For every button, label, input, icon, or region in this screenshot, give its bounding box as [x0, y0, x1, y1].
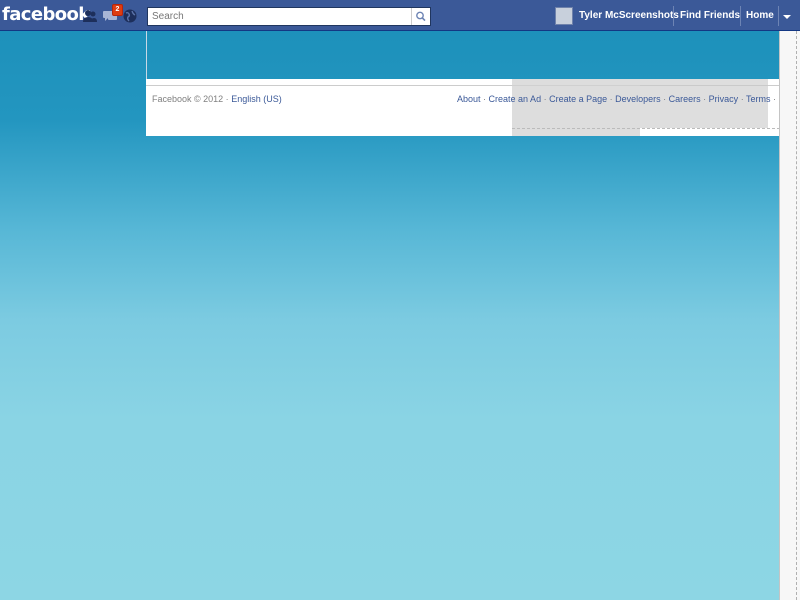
facebook-logo[interactable]: facebook — [2, 4, 90, 25]
find-friends-link[interactable]: Find Friends — [680, 10, 740, 21]
profile-link[interactable]: Tyler McScreenshots — [579, 10, 679, 21]
edge-dashed-line — [796, 31, 798, 600]
search-box — [147, 7, 431, 26]
footer-link-privacy[interactable]: Privacy — [709, 94, 739, 104]
top-bar: facebook 2 Search Tyler McScreenshots Fi… — [0, 0, 800, 31]
nav-divider — [778, 6, 779, 26]
footer-link-create-page[interactable]: Create a Page — [549, 94, 607, 104]
notifications-globe-icon[interactable] — [122, 8, 138, 24]
nav-divider — [673, 6, 674, 26]
footer-link-developers[interactable]: Developers — [615, 94, 661, 104]
nav-divider — [740, 6, 741, 26]
footer-link-about[interactable]: About — [457, 94, 481, 104]
overlay-dashed-line — [512, 128, 780, 129]
copyright-text: Facebook © 2012 · — [152, 94, 229, 104]
language-link[interactable]: English (US) — [231, 94, 282, 104]
footer-link-terms[interactable]: Terms — [746, 94, 771, 104]
home-link[interactable]: Home — [746, 10, 774, 21]
footer-link-create-ad[interactable]: Create an Ad — [489, 94, 542, 104]
footer-links: About · Create an Ad · Create a Page · D… — [457, 94, 785, 104]
search-button[interactable] — [411, 8, 430, 25]
footer-copyright: Facebook © 2012 · English (US) — [152, 94, 282, 104]
avatar[interactable] — [555, 7, 573, 25]
search-input[interactable] — [148, 8, 410, 25]
search-icon — [416, 11, 426, 22]
friend-requests-icon[interactable] — [82, 8, 98, 24]
content-left-border — [146, 31, 147, 79]
chevron-down-icon[interactable] — [783, 15, 791, 19]
footer-link-careers[interactable]: Careers — [669, 94, 701, 104]
page-footer: Facebook © 2012 · English (US) About · C… — [146, 79, 785, 136]
